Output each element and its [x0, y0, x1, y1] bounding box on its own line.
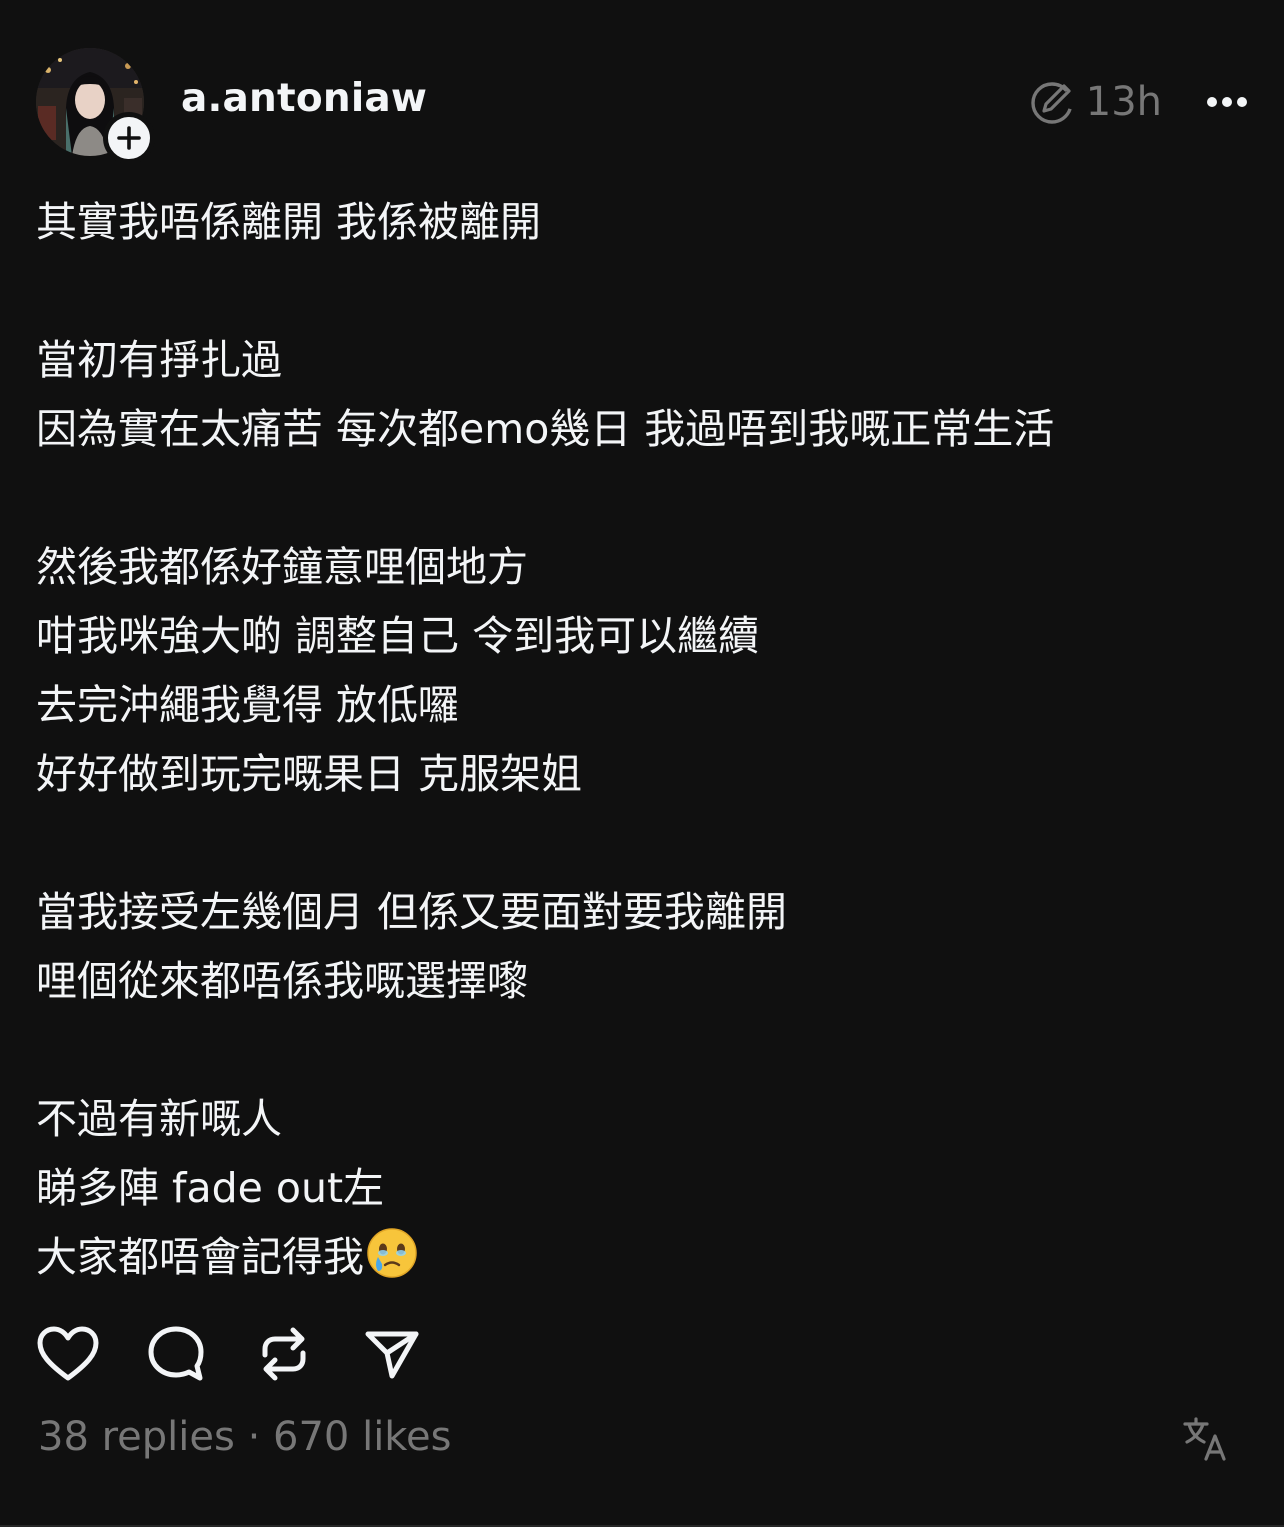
post-line-blank — [36, 464, 1236, 533]
heart-icon — [37, 1326, 99, 1381]
post-line-blank — [36, 1016, 1236, 1085]
post-header: a.antoniaw 13h — [36, 46, 1248, 164]
repost-icon — [262, 1327, 306, 1381]
post-line: 咁我咪強大啲 調整自己 令到我可以繼續 — [36, 612, 760, 660]
post-line: 去完沖繩我覺得 放低囉 — [36, 681, 460, 729]
post-line-blank — [36, 809, 1236, 878]
post-line: 睇多陣 fade out左 — [36, 1164, 385, 1212]
send-icon — [365, 1331, 419, 1379]
post-line: 因為實在太痛苦 每次都emo幾日 我過唔到我嘅正常生活 — [36, 405, 1055, 453]
follow-button[interactable] — [103, 112, 155, 164]
edited-pencil-icon — [1031, 82, 1073, 124]
post-stats: 38 replies · 670 likes — [38, 1414, 452, 1460]
more-dots-icon[interactable] — [1206, 95, 1248, 109]
post-line: 好好做到玩完嘅果日 克服架姐 — [36, 750, 583, 798]
post-line: 當我接受左幾個月 但係又要面對要我離開 — [36, 888, 788, 936]
repost-button[interactable] — [252, 1322, 316, 1386]
post-timestamp: 13h — [1085, 79, 1162, 125]
post-line-text: 大家都唔會記得我 — [36, 1233, 364, 1281]
post-line-blank — [36, 257, 1236, 326]
translate-icon[interactable] — [1182, 1416, 1228, 1462]
post-line: 哩個從來都唔係我嘅選擇嚟 — [36, 957, 528, 1005]
likes-count[interactable]: 670 likes — [273, 1414, 451, 1460]
comment-bubble-icon — [148, 1326, 204, 1381]
post-line: 當初有掙扎過 — [36, 336, 282, 384]
post-last-line: 大家都唔會記得我 — [36, 1223, 1236, 1292]
replies-count[interactable]: 38 replies — [38, 1414, 235, 1460]
post-body: 其實我唔係離開 我係被離開 當初有掙扎過 因為實在太痛苦 每次都emo幾日 我過… — [36, 188, 1236, 1292]
plus-icon — [117, 126, 141, 150]
username[interactable]: a.antoniaw — [181, 76, 427, 121]
post-meta: 13h — [1028, 74, 1248, 130]
face-holding-back-tears-emoji — [367, 1228, 417, 1278]
post-line: 然後我都係好鐘意哩個地方 — [36, 543, 528, 591]
like-button[interactable] — [36, 1322, 100, 1386]
post-line: 其實我唔係離開 我係被離開 — [36, 198, 542, 246]
share-button[interactable] — [360, 1322, 424, 1386]
stats-separator: · — [234, 1414, 274, 1460]
action-bar — [36, 1322, 468, 1386]
reply-button[interactable] — [144, 1322, 208, 1386]
thread-post: a.antoniaw 13h 其實我唔係離開 我係被離開 當初有掙扎過 因為實在… — [0, 0, 1284, 1527]
post-line: 不過有新嘅人 — [36, 1095, 282, 1143]
